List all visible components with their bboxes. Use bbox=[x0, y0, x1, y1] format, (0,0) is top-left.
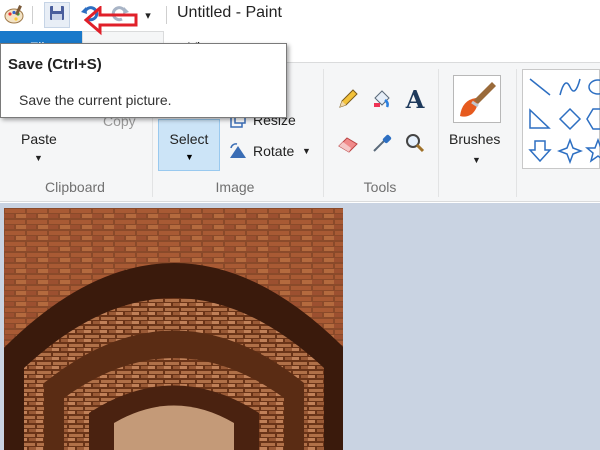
qat-divider bbox=[32, 6, 33, 24]
eraser-icon[interactable] bbox=[335, 130, 361, 156]
color-picker-icon[interactable] bbox=[369, 130, 395, 156]
line-shape-icon[interactable] bbox=[527, 74, 553, 100]
oval-shape-icon[interactable] bbox=[585, 74, 600, 100]
curve-shape-icon[interactable] bbox=[557, 74, 583, 100]
diamond-shape-icon[interactable] bbox=[557, 106, 583, 132]
four-point-star-shape-icon[interactable] bbox=[557, 138, 583, 164]
rotate-icon[interactable] bbox=[225, 138, 251, 164]
hexagon-shape-icon[interactable] bbox=[585, 106, 600, 132]
polygon-shape-icon[interactable] bbox=[527, 106, 553, 132]
brushes-label: Brushes bbox=[449, 131, 501, 147]
red-arrow-pointer bbox=[84, 6, 138, 36]
canvas-workspace bbox=[0, 203, 600, 450]
star-shape-icon[interactable] bbox=[585, 138, 600, 164]
down-arrow-shape-icon[interactable] bbox=[527, 138, 553, 164]
tooltip-title: Save (Ctrl+S) bbox=[8, 56, 102, 73]
group-label-clipboard: Clipboard bbox=[45, 179, 105, 195]
group-label-tools: Tools bbox=[363, 179, 397, 195]
magnifier-icon[interactable] bbox=[402, 130, 428, 156]
fill-bucket-icon[interactable] bbox=[369, 86, 395, 112]
chevron-down-icon: ▼ bbox=[185, 152, 194, 162]
group-divider bbox=[323, 69, 324, 197]
pencil-icon[interactable] bbox=[335, 86, 361, 112]
drawing-canvas[interactable] bbox=[4, 208, 343, 450]
group-label-image: Image bbox=[215, 179, 255, 195]
select-label: Select bbox=[169, 131, 209, 147]
rotate-button[interactable]: Rotate bbox=[253, 143, 294, 159]
paintbrush-icon bbox=[453, 75, 501, 123]
select-button[interactable]: Select ▼ bbox=[158, 119, 220, 171]
paste-button[interactable]: Paste bbox=[21, 131, 57, 147]
save-tooltip: Save (Ctrl+S) Save the current picture. bbox=[0, 43, 287, 118]
window-title: Untitled - Paint bbox=[177, 4, 282, 21]
shapes-gallery bbox=[522, 69, 600, 169]
rotate-dropdown-arrow[interactable]: ▼ bbox=[302, 146, 311, 156]
save-button[interactable] bbox=[44, 2, 70, 28]
customize-toolbar-button[interactable]: ▾ bbox=[139, 2, 157, 28]
paste-dropdown-arrow[interactable]: ▼ bbox=[34, 153, 43, 163]
qat-divider bbox=[166, 6, 167, 24]
tooltip-description: Save the current picture. bbox=[19, 92, 172, 108]
brushes-button[interactable]: Brushes ▼ bbox=[445, 69, 509, 177]
group-divider bbox=[516, 69, 517, 197]
floppy-disk-icon bbox=[49, 5, 65, 26]
brick-arch-image bbox=[4, 208, 343, 450]
text-icon[interactable]: A bbox=[402, 85, 428, 114]
chevron-down-icon: ▾ bbox=[145, 9, 151, 22]
chevron-down-icon: ▼ bbox=[472, 155, 481, 165]
group-divider bbox=[438, 69, 439, 197]
paint-palette-icon[interactable] bbox=[0, 2, 28, 28]
